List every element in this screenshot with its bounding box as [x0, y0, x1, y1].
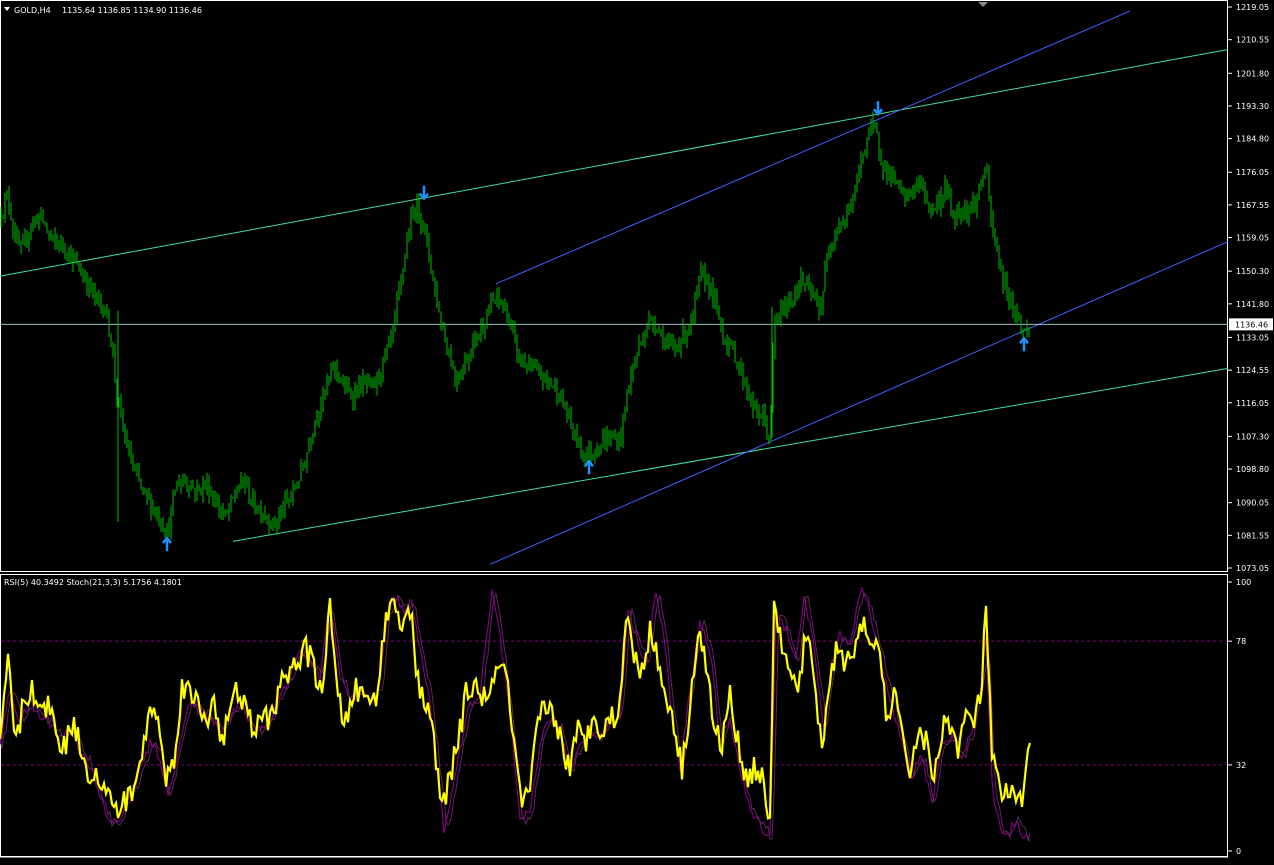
price-tick-label: 1141.80	[1236, 300, 1269, 309]
price-tick-label: 1219.05	[1236, 3, 1269, 12]
price-tick-label: 1184.80	[1236, 135, 1269, 144]
price-tick-label: 1073.05	[1236, 564, 1269, 573]
price-tick-label: 1150.30	[1236, 267, 1269, 276]
price-tick-label: 1167.55	[1236, 201, 1269, 210]
price-pane[interactable]	[0, 0, 1228, 572]
osc-tick-label: 100	[1236, 578, 1251, 587]
price-tick-label: 1098.80	[1236, 465, 1269, 474]
indicator-pane[interactable]	[0, 574, 1228, 857]
price-tick-label: 1090.05	[1236, 499, 1269, 508]
indicator-header: RSI(5) 40.3492 Stoch(21,3,3) 5.1756 4.18…	[4, 578, 182, 587]
price-tick-label: 1116.05	[1236, 399, 1269, 408]
price-tick-label: 1159.05	[1236, 234, 1269, 243]
price-tick-label: 1201.80	[1236, 69, 1269, 78]
osc-tick-label: 0	[1236, 847, 1241, 856]
price-axis: 1219.05 1210.55 1201.80 1193.30 1184.80 1176.…	[1228, 3, 1269, 573]
price-tick-label: 1193.30	[1236, 102, 1269, 111]
price-tick-label: 1210.55	[1236, 36, 1269, 45]
price-tick-label: 1133.05	[1236, 333, 1269, 342]
osc-tick-label: 32	[1236, 761, 1246, 770]
osc-tick-label: 78	[1236, 637, 1246, 646]
price-tick-label: 1124.55	[1236, 366, 1269, 375]
symbol-label: GOLD,H4	[14, 6, 51, 15]
ohlc-label: 1135.64 1136.85 1134.90 1136.46	[62, 6, 202, 15]
price-tick-label: 1107.30	[1236, 432, 1269, 441]
current-price-label: 1136.46	[1235, 320, 1268, 329]
price-tick-label: 1176.05	[1236, 168, 1269, 177]
price-tick-label: 1081.55	[1236, 531, 1269, 540]
chart-canvas[interactable]: 1219.05 1210.55 1201.80 1193.30 1184.80 1176.…	[0, 0, 1274, 865]
